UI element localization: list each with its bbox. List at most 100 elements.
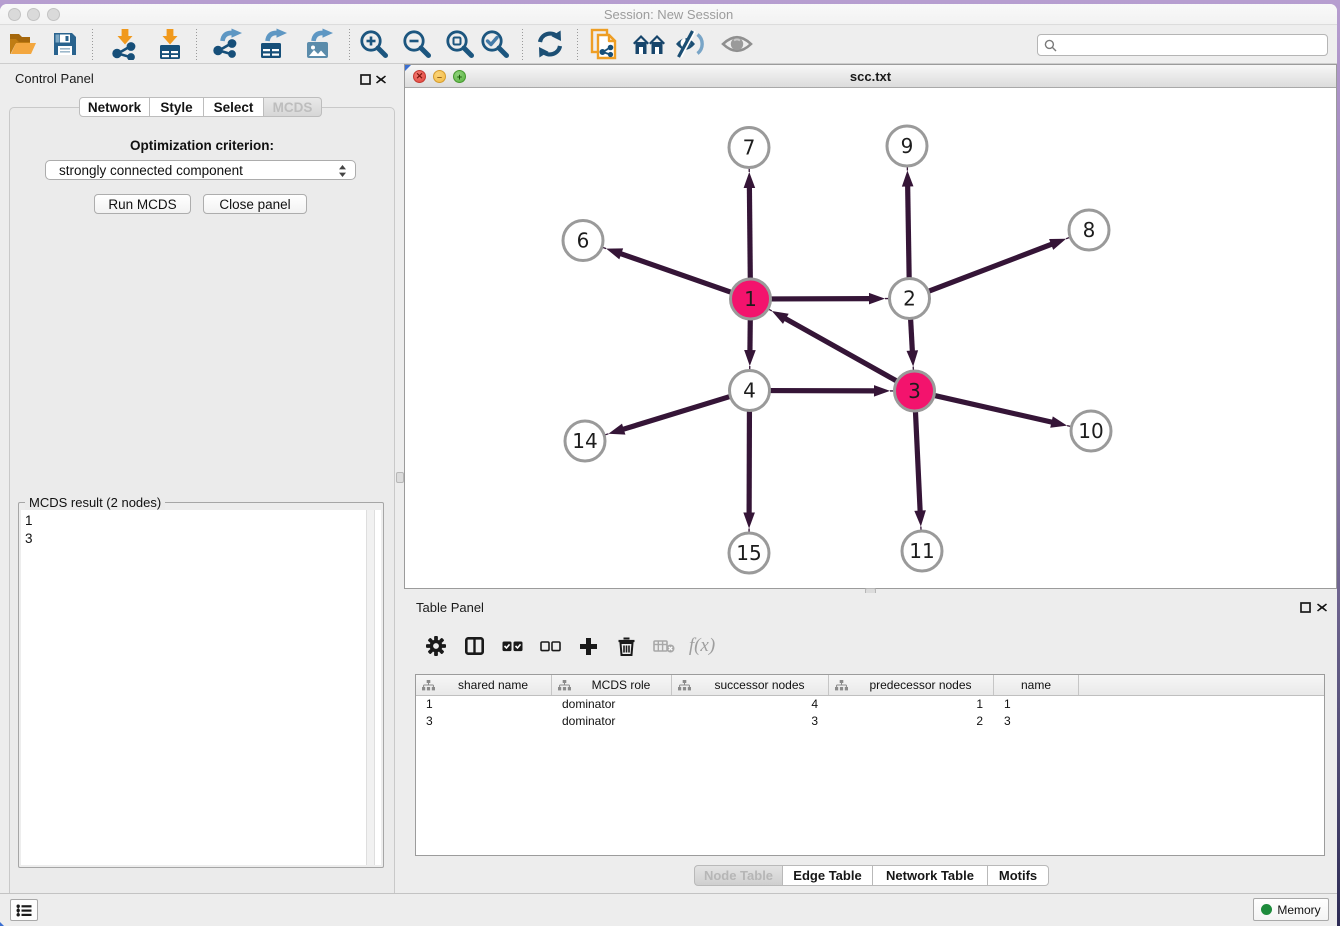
task-list-icon — [16, 904, 32, 917]
select-all-icon[interactable] — [499, 633, 525, 659]
edge-1-6[interactable] — [619, 253, 733, 293]
mcds-result-textarea[interactable]: 1 3 — [21, 510, 381, 865]
edge-3-1[interactable] — [784, 318, 898, 382]
tab-style[interactable]: Style — [150, 97, 204, 117]
delete-column-icon[interactable] — [613, 633, 639, 659]
graph-node-4[interactable]: 4 — [730, 371, 770, 411]
criterion-dropdown[interactable]: strongly connected component — [45, 160, 356, 180]
graph-node-2[interactable]: 2 — [890, 279, 930, 319]
node-label-9: 9 — [901, 134, 914, 158]
network-frame-title: scc.txt — [405, 69, 1336, 84]
float-panel-icon[interactable] — [360, 74, 371, 85]
show-columns-icon[interactable] — [461, 633, 487, 659]
zoom-out-icon[interactable] — [400, 27, 434, 61]
search-field[interactable] — [1037, 34, 1328, 56]
table-panel-title: Table Panel — [416, 600, 484, 615]
cell-successor-nodes[interactable]: 3 — [672, 713, 829, 730]
open-session-icon[interactable] — [5, 27, 39, 61]
cell-MCDS-role[interactable]: dominator — [552, 713, 672, 730]
edge-1-7[interactable] — [749, 186, 750, 281]
network-view-frame: ✕ – + scc.txt 1234678910111415 — [404, 64, 1337, 589]
add-column-icon[interactable] — [575, 633, 601, 659]
graph-node-14[interactable]: 14 — [565, 421, 605, 461]
column-header-name[interactable]: name — [994, 675, 1079, 695]
save-session-icon[interactable] — [48, 27, 82, 61]
criterion-value: strongly connected component — [59, 163, 243, 178]
cell-successor-nodes[interactable]: 4 — [672, 696, 829, 713]
graph-node-15[interactable]: 15 — [729, 533, 769, 573]
tab-select[interactable]: Select — [204, 97, 264, 117]
edge-2-8[interactable] — [927, 244, 1053, 292]
close-panel-button[interactable]: Close panel — [203, 194, 307, 214]
edge-3-10[interactable] — [933, 395, 1054, 422]
edge-3-11[interactable] — [915, 409, 920, 512]
column-header-successor-nodes[interactable]: successor nodes — [672, 675, 829, 695]
zoom-selected-icon[interactable] — [478, 27, 512, 61]
cell-shared-name[interactable]: 3 — [416, 713, 552, 730]
search-input[interactable] — [1061, 38, 1327, 52]
tab-network[interactable]: Network — [79, 97, 150, 117]
node-label-1: 1 — [744, 287, 757, 311]
column-header-MCDS-role[interactable]: MCDS role — [552, 675, 672, 695]
tab-motifs[interactable]: Motifs — [988, 865, 1049, 886]
edge-2-9[interactable] — [908, 184, 910, 280]
hide-selected-icon[interactable] — [675, 27, 709, 61]
zoom-fit-icon[interactable] — [443, 27, 477, 61]
close-table-panel-icon[interactable] — [1316, 602, 1328, 613]
mcds-result-group: 1 3 — [18, 502, 384, 868]
export-table-icon[interactable] — [256, 27, 290, 61]
frame-focus-corner — [405, 65, 411, 71]
tab-node-table[interactable]: Node Table — [694, 865, 783, 886]
export-image-icon[interactable] — [302, 27, 336, 61]
deselect-all-icon[interactable] — [537, 633, 563, 659]
task-history-button[interactable] — [10, 899, 38, 921]
graph-node-8[interactable]: 8 — [1069, 210, 1109, 250]
column-header-shared-name[interactable]: shared name — [416, 675, 552, 695]
refresh-icon[interactable] — [533, 27, 567, 61]
tab-network-table[interactable]: Network Table — [873, 865, 988, 886]
table-settings-icon[interactable] — [423, 633, 449, 659]
edge-4-14[interactable] — [622, 396, 732, 430]
graph-node-3[interactable]: 3 — [895, 371, 935, 411]
import-network-icon[interactable] — [108, 27, 142, 61]
window-title: Session: New Session — [0, 7, 1337, 22]
table-header-row: shared nameMCDS rolesuccessor nodesprede… — [416, 675, 1324, 696]
table-row[interactable]: 3dominator323 — [416, 713, 1324, 730]
export-network-icon[interactable] — [211, 27, 245, 61]
cell-name[interactable]: 1 — [994, 696, 1079, 713]
edge-2-3[interactable] — [910, 317, 912, 353]
run-mcds-button[interactable]: Run MCDS — [94, 194, 191, 214]
graph-node-7[interactable]: 7 — [729, 128, 769, 168]
memory-button[interactable]: Memory — [1253, 898, 1329, 921]
graph-node-6[interactable]: 6 — [563, 221, 603, 261]
edge-arrowhead-4-15 — [743, 512, 755, 528]
cell-predecessor-nodes[interactable]: 1 — [829, 696, 994, 713]
graph-node-9[interactable]: 9 — [887, 126, 927, 166]
cell-shared-name[interactable]: 1 — [416, 696, 552, 713]
graph-node-1[interactable]: 1 — [731, 279, 771, 319]
cell-predecessor-nodes[interactable]: 2 — [829, 713, 994, 730]
cell-name[interactable]: 3 — [994, 713, 1079, 730]
table-type-tabs: Node TableEdge TableNetwork TableMotifs — [694, 865, 1049, 886]
node-label-10: 10 — [1078, 419, 1103, 443]
memory-status-icon — [1261, 904, 1272, 915]
show-all-icon[interactable] — [720, 27, 754, 61]
delete-table-icon[interactable] — [651, 633, 677, 659]
vertical-splitter-handle[interactable] — [396, 472, 404, 483]
result-scrollbar[interactable] — [366, 510, 375, 865]
first-neighbors-icon[interactable] — [632, 27, 666, 61]
graph-node-10[interactable]: 10 — [1071, 411, 1111, 451]
cell-MCDS-role[interactable]: dominator — [552, 696, 672, 713]
close-panel-icon[interactable] — [375, 74, 387, 85]
float-table-panel-icon[interactable] — [1300, 602, 1311, 613]
network-graph-canvas[interactable]: 1 2 3 4 6 7 8 9 10 11 14 15 — [405, 88, 1336, 588]
optimization-criterion-label: Optimization criterion: — [10, 138, 394, 153]
graph-node-11[interactable]: 11 — [902, 531, 942, 571]
import-table-icon[interactable] — [153, 27, 187, 61]
tab-edge-table[interactable]: Edge Table — [783, 865, 873, 886]
zoom-in-icon[interactable] — [357, 27, 391, 61]
table-row[interactable]: 1dominator411 — [416, 696, 1324, 713]
column-header-predecessor-nodes[interactable]: predecessor nodes — [829, 675, 994, 695]
tab-mcds[interactable]: MCDS — [264, 97, 322, 117]
clone-network-icon[interactable] — [588, 27, 622, 61]
